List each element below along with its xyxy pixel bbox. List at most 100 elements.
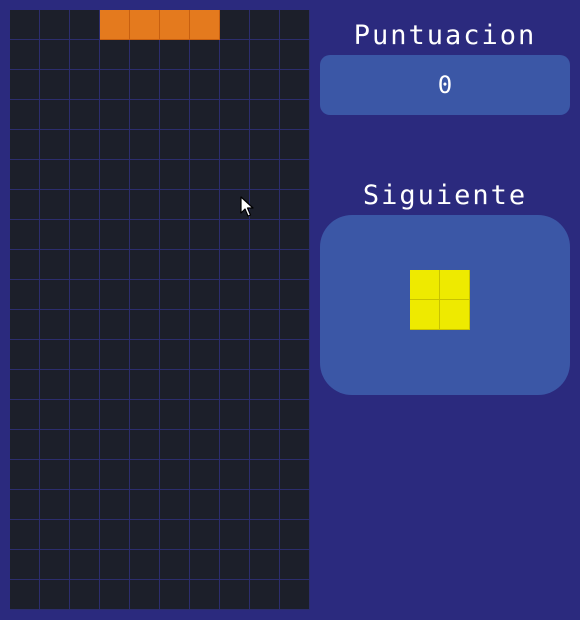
board-cell bbox=[100, 280, 130, 310]
board-cell bbox=[100, 400, 130, 430]
board-cell bbox=[40, 100, 70, 130]
board-cell bbox=[250, 580, 280, 610]
board-cell bbox=[190, 550, 220, 580]
board-cell bbox=[10, 340, 40, 370]
next-piece-panel bbox=[320, 215, 570, 395]
board-cell bbox=[70, 490, 100, 520]
board-cell bbox=[100, 100, 130, 130]
board-cell bbox=[70, 220, 100, 250]
board-cell bbox=[70, 190, 100, 220]
board-cell bbox=[10, 40, 40, 70]
board-cell bbox=[250, 370, 280, 400]
board-cell bbox=[70, 460, 100, 490]
board-cell bbox=[280, 130, 310, 160]
board-cell bbox=[250, 130, 280, 160]
board-cell bbox=[250, 190, 280, 220]
board-cell bbox=[70, 340, 100, 370]
board-cell bbox=[40, 580, 70, 610]
board-cell bbox=[100, 220, 130, 250]
board-cell bbox=[220, 280, 250, 310]
board-cell bbox=[70, 40, 100, 70]
board-cell bbox=[10, 520, 40, 550]
board-cell bbox=[250, 220, 280, 250]
game-board[interactable] bbox=[10, 10, 310, 610]
board-cell bbox=[280, 340, 310, 370]
board-cell bbox=[280, 10, 310, 40]
board-cell bbox=[10, 550, 40, 580]
board-cell bbox=[40, 310, 70, 340]
board-cell bbox=[70, 430, 100, 460]
board-cell bbox=[10, 400, 40, 430]
board-cell bbox=[100, 70, 130, 100]
board-cell bbox=[280, 460, 310, 490]
board-cell bbox=[250, 490, 280, 520]
board-cell bbox=[160, 40, 190, 70]
score-value: 0 bbox=[437, 71, 453, 99]
board-cell bbox=[40, 520, 70, 550]
board-cell bbox=[220, 430, 250, 460]
board-cell bbox=[190, 460, 220, 490]
active-piece-block bbox=[100, 10, 130, 40]
board-cell bbox=[10, 10, 40, 40]
board-cell bbox=[100, 340, 130, 370]
board-cell bbox=[130, 460, 160, 490]
board-cell bbox=[100, 130, 130, 160]
board-cell bbox=[10, 370, 40, 400]
board-cell bbox=[190, 250, 220, 280]
board-cell bbox=[70, 10, 100, 40]
board-cell bbox=[100, 160, 130, 190]
board-cell bbox=[250, 430, 280, 460]
board-cell bbox=[280, 40, 310, 70]
board-cell bbox=[40, 460, 70, 490]
board-cell bbox=[220, 70, 250, 100]
board-cell bbox=[40, 250, 70, 280]
board-cell bbox=[40, 70, 70, 100]
board-cell bbox=[130, 580, 160, 610]
board-cell bbox=[250, 40, 280, 70]
board-cell bbox=[70, 280, 100, 310]
next-piece-block bbox=[410, 270, 440, 300]
next-piece-block bbox=[410, 300, 440, 330]
board-cell bbox=[190, 160, 220, 190]
board-cell bbox=[10, 100, 40, 130]
board-cell bbox=[220, 460, 250, 490]
board-cell bbox=[250, 400, 280, 430]
next-piece-label: Siguiente bbox=[362, 180, 528, 211]
board-cell bbox=[220, 490, 250, 520]
board-cell bbox=[250, 310, 280, 340]
active-piece-block bbox=[130, 10, 160, 40]
board-cell bbox=[190, 520, 220, 550]
board-cell bbox=[100, 370, 130, 400]
board-cell bbox=[130, 40, 160, 70]
board-cell bbox=[130, 220, 160, 250]
board-cell bbox=[40, 340, 70, 370]
board-cell bbox=[220, 220, 250, 250]
board-cell bbox=[40, 40, 70, 70]
board-cell bbox=[130, 250, 160, 280]
board-cell bbox=[130, 370, 160, 400]
board-cell bbox=[40, 430, 70, 460]
board-cell bbox=[40, 190, 70, 220]
board-cell bbox=[160, 310, 190, 340]
board-cell bbox=[100, 460, 130, 490]
board-cell bbox=[70, 250, 100, 280]
score-label: Puntuacion bbox=[353, 20, 537, 51]
board-cell bbox=[220, 40, 250, 70]
board-cell bbox=[100, 190, 130, 220]
active-piece-block bbox=[160, 10, 190, 40]
board-cell bbox=[250, 280, 280, 310]
board-cell bbox=[70, 160, 100, 190]
board-cell bbox=[190, 190, 220, 220]
board-cell bbox=[70, 550, 100, 580]
board-cell bbox=[100, 40, 130, 70]
board-cell bbox=[190, 310, 220, 340]
board-cell bbox=[280, 310, 310, 340]
board-cell bbox=[190, 400, 220, 430]
board-cell bbox=[250, 340, 280, 370]
board-cell bbox=[220, 100, 250, 130]
active-piece-block bbox=[190, 10, 220, 40]
board-cell bbox=[10, 70, 40, 100]
board-cell bbox=[250, 250, 280, 280]
board-cell bbox=[160, 490, 190, 520]
board-cell bbox=[250, 70, 280, 100]
